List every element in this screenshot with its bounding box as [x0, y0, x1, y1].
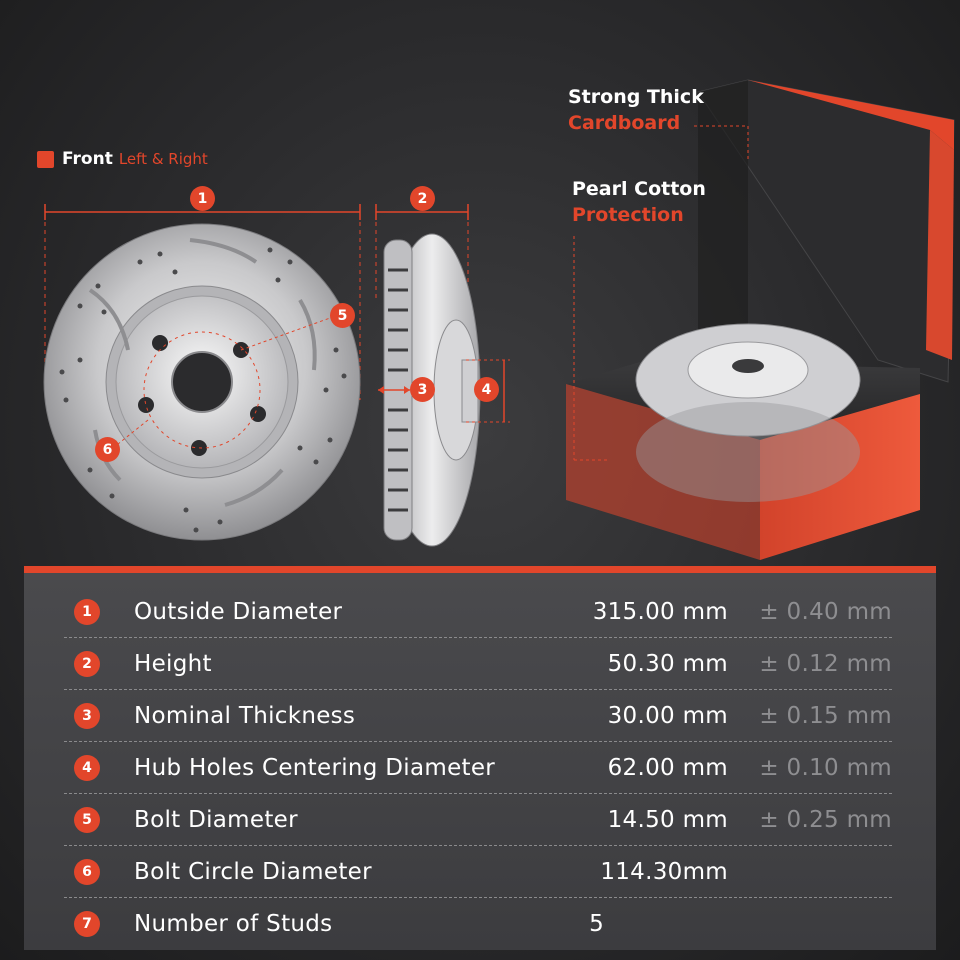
callout-cardboard: Strong Thick Cardboard — [568, 84, 704, 136]
spec-index-badge: 6 — [74, 859, 100, 885]
spec-name: Outside Diameter — [134, 599, 343, 625]
rotor-front-view — [43, 223, 361, 541]
callout-cotton-line1: Pearl Cotton — [572, 178, 706, 200]
dimension-badge-4: 4 — [474, 377, 499, 402]
callout-cardboard-line2: Cardboard — [568, 112, 681, 134]
dimension-badge-2: 2 — [410, 186, 435, 211]
spec-index-badge: 1 — [74, 599, 100, 625]
spec-value: 30.00 mm — [607, 703, 728, 729]
specs-table: 1 Outside Diameter 315.00 mm ± 0.40 mm 2… — [24, 566, 936, 950]
spec-row: 7 Number of Studs 5 — [64, 898, 892, 950]
spec-row: 6 Bolt Circle Diameter 114.30mm — [64, 846, 892, 898]
spec-tolerance: ± 0.15 mm — [759, 703, 892, 729]
spec-value: 114.30mm — [600, 859, 728, 885]
spec-tolerance: ± 0.12 mm — [759, 651, 892, 677]
callout-cotton-line2: Protection — [572, 204, 684, 226]
spec-row: 5 Bolt Diameter 14.50 mm ± 0.25 mm — [64, 794, 892, 846]
spec-tolerance: ± 0.10 mm — [759, 755, 892, 781]
spec-index-badge: 4 — [74, 755, 100, 781]
rotor-illustration — [43, 79, 955, 560]
spec-row: 2 Height 50.30 mm ± 0.12 mm — [64, 638, 892, 690]
dimension-badge-3: 3 — [410, 377, 435, 402]
spec-value: 50.30 mm — [607, 651, 728, 677]
spec-tolerance: ± 0.25 mm — [759, 807, 892, 833]
spec-index-badge: 2 — [74, 651, 100, 677]
spec-index-badge: 7 — [74, 911, 100, 937]
spec-index-badge: 5 — [74, 807, 100, 833]
callout-cardboard-line1: Strong Thick — [568, 86, 704, 108]
product-infographic: Front Left & Right 1 2 3 4 5 6 Strong Th… — [0, 0, 960, 960]
spec-row: 4 Hub Holes Centering Diameter 62.00 mm … — [64, 742, 892, 794]
spec-name: Bolt Diameter — [134, 807, 298, 833]
spec-row: 1 Outside Diameter 315.00 mm ± 0.40 mm — [64, 586, 892, 638]
spec-name: Height — [134, 651, 212, 677]
spec-row: 3 Nominal Thickness 30.00 mm ± 0.15 mm — [64, 690, 892, 742]
spec-tolerance: ± 0.40 mm — [759, 599, 892, 625]
spec-name: Nominal Thickness — [134, 703, 356, 729]
spec-name: Number of Studs — [134, 911, 333, 937]
dimension-badge-5: 5 — [330, 303, 355, 328]
packaging-box — [566, 79, 955, 560]
spec-value: 62.00 mm — [607, 755, 728, 781]
spec-value: 315.00 mm — [592, 599, 728, 625]
spec-name: Hub Holes Centering Diameter — [134, 755, 496, 781]
dimension-badge-1: 1 — [190, 186, 215, 211]
spec-name: Bolt Circle Diameter — [134, 859, 372, 885]
spec-value: 14.50 mm — [607, 807, 728, 833]
spec-index-badge: 3 — [74, 703, 100, 729]
callout-cotton: Pearl Cotton Protection — [572, 176, 706, 228]
spec-value: 5 — [589, 911, 604, 937]
dimension-badge-6: 6 — [95, 437, 120, 462]
